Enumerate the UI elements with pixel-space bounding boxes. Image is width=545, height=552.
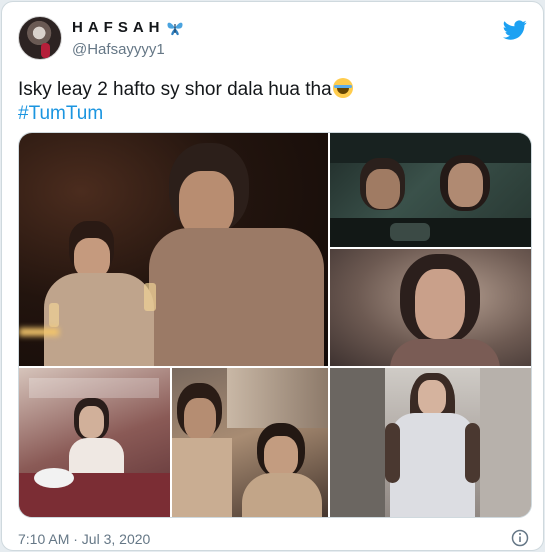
info-icon[interactable] bbox=[511, 529, 529, 547]
tweet-body: Isky leay 2 hafto sy shor dala hua tha bbox=[18, 79, 332, 100]
author-block[interactable]: HAFSAH @Hafsayyyy1 bbox=[72, 19, 184, 58]
media-image-2[interactable] bbox=[330, 133, 531, 247]
media-image-3[interactable] bbox=[330, 249, 531, 366]
display-name[interactable]: HAFSAH bbox=[72, 19, 184, 37]
tears-of-joy-emoji-icon bbox=[332, 78, 353, 98]
tweet-card[interactable]: HAFSAH @Hafsayyyy1 Isky leay 2 hafto sy … bbox=[1, 1, 544, 551]
avatar[interactable] bbox=[18, 16, 62, 60]
twitter-bird-icon[interactable] bbox=[503, 18, 527, 42]
butterfly-emoji-icon bbox=[166, 22, 183, 36]
hashtag-link[interactable]: #TumTum bbox=[18, 102, 528, 126]
media-image-5[interactable] bbox=[172, 368, 328, 517]
media-collage[interactable] bbox=[18, 132, 532, 518]
media-image-4[interactable] bbox=[19, 368, 170, 517]
tweet-text: Isky leay 2 hafto sy shor dala hua tha #… bbox=[18, 78, 528, 126]
user-handle[interactable]: @Hafsayyyy1 bbox=[72, 41, 184, 58]
tweet-timestamp[interactable]: 7:10 AM · Jul 3, 2020 bbox=[18, 531, 150, 547]
media-image-6[interactable] bbox=[330, 368, 531, 517]
media-image-1[interactable] bbox=[19, 133, 328, 366]
display-name-text: HAFSAH bbox=[72, 19, 165, 36]
